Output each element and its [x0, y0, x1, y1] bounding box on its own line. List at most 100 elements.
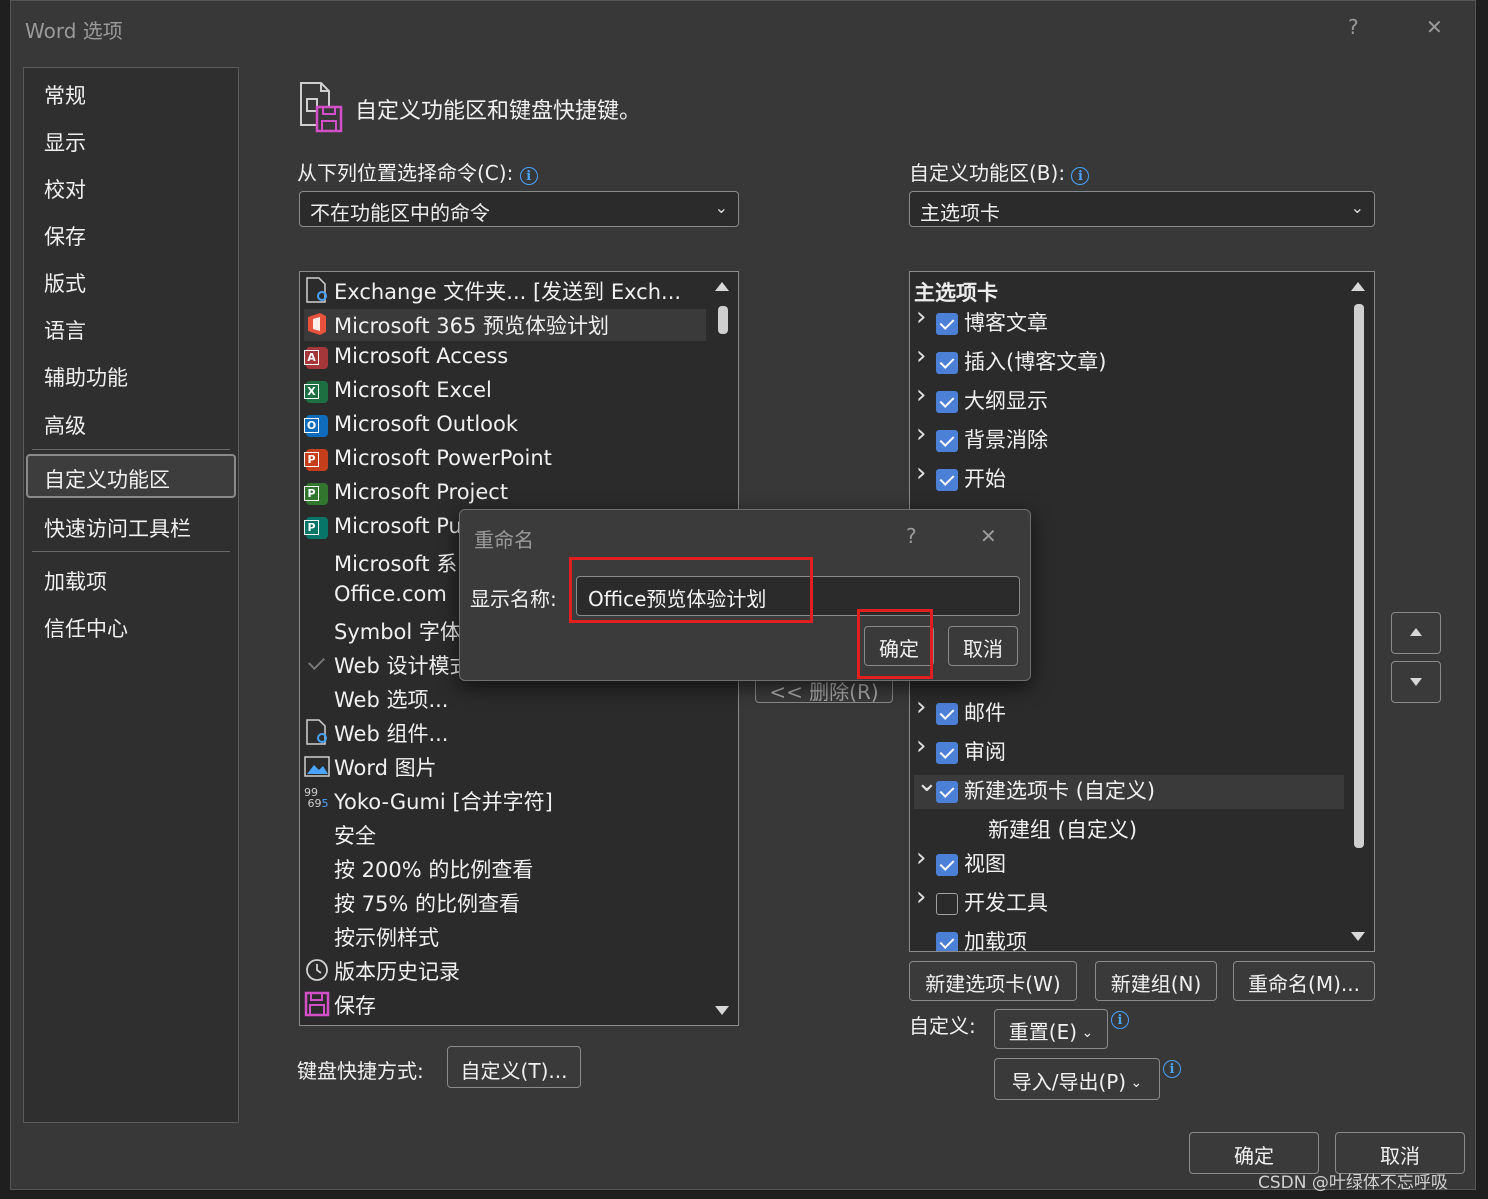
- command-item[interactable]: A Microsoft Access: [304, 341, 702, 375]
- close-button[interactable]: ✕: [1426, 15, 1443, 39]
- tree-item-label: 新建选项卡 (自定义): [964, 779, 1156, 803]
- tab-checkbox[interactable]: [936, 391, 958, 413]
- chevron-right-icon[interactable]: ›: [916, 458, 930, 488]
- command-item[interactable]: P Microsoft PowerPoint: [304, 443, 702, 477]
- yoko-gumi-icon: 99 695: [304, 786, 329, 810]
- tab-checkbox[interactable]: [936, 469, 958, 491]
- nav-item-customize-ribbon[interactable]: 自定义功能区: [44, 464, 170, 494]
- move-up-button[interactable]: [1391, 612, 1441, 654]
- ribbon-tabs-dropdown[interactable]: 主选项卡 ⌄: [909, 191, 1375, 227]
- rename-close-button[interactable]: ✕: [980, 524, 997, 548]
- customize-shortcuts-button[interactable]: 自定义(T)...: [447, 1046, 581, 1088]
- scroll-thumb[interactable]: [1354, 304, 1364, 848]
- office-icon: [304, 311, 330, 337]
- chevron-right-icon[interactable]: ›: [916, 380, 930, 410]
- tab-checkbox[interactable]: [936, 742, 958, 764]
- ribbon-tree-item[interactable]: › 开发工具: [914, 882, 1344, 920]
- nav-item-addins[interactable]: 加载项: [44, 566, 107, 596]
- command-item[interactable]: Exchange 文件夹... [发送到 Exch...: [304, 273, 702, 307]
- ribbon-tree-item[interactable]: › 大纲显示: [914, 380, 1344, 418]
- ribbon-tree-item[interactable]: › 开始: [914, 458, 1344, 496]
- nav-item-proofing[interactable]: 校对: [44, 174, 86, 204]
- nav-item-language[interactable]: 语言: [44, 315, 86, 345]
- new-tab-button[interactable]: 新建选项卡(W): [909, 961, 1077, 1001]
- choose-commands-dropdown[interactable]: 不在功能区中的命令 ⌄: [299, 191, 739, 227]
- ribbon-tree-item[interactable]: ⌄ 新建选项卡 (自定义): [914, 768, 1344, 808]
- scroll-down-icon[interactable]: [1351, 932, 1365, 941]
- scroll-thumb[interactable]: [718, 306, 728, 334]
- command-item[interactable]: O Microsoft Outlook: [304, 409, 702, 443]
- tab-checkbox[interactable]: [936, 352, 958, 374]
- tab-checkbox[interactable]: [936, 703, 958, 725]
- nav-item-general[interactable]: 常规: [44, 80, 86, 110]
- command-item[interactable]: Web 组件...: [304, 715, 702, 749]
- tree-item-label: 审阅: [964, 740, 1006, 764]
- nav-item-advanced[interactable]: 高级: [44, 410, 86, 440]
- ribbon-tree-item[interactable]: › 邮件: [914, 692, 1344, 730]
- command-item[interactable]: Microsoft 365 预览体验计划: [304, 307, 702, 341]
- nav-item-accessibility[interactable]: 辅助功能: [44, 362, 128, 392]
- command-item[interactable]: 99 695 Yoko-Gumi [合并字符]: [304, 783, 702, 817]
- chevron-right-icon[interactable]: ›: [916, 843, 930, 873]
- chevron-right-icon[interactable]: ›: [916, 692, 930, 722]
- info-icon[interactable]: i: [1111, 1011, 1129, 1029]
- publisher-icon: P: [304, 515, 330, 541]
- chevron-right-icon[interactable]: ›: [916, 731, 930, 761]
- reset-dropdown[interactable]: 重置(E) ⌄: [994, 1009, 1108, 1049]
- command-label: 版本历史记录: [334, 960, 460, 984]
- command-item[interactable]: X Microsoft Excel: [304, 375, 702, 409]
- chevron-right-icon[interactable]: ›: [916, 419, 930, 449]
- choose-commands-label: 从下列位置选择命令(C): i: [297, 157, 538, 186]
- command-item[interactable]: 按 75% 的比例查看: [304, 885, 702, 919]
- rename-cancel-button[interactable]: 取消: [948, 626, 1018, 666]
- nav-item-display[interactable]: 显示: [44, 127, 86, 157]
- ribbon-tree-item[interactable]: › 插入(博客文章): [914, 341, 1344, 379]
- ribbon-tree-item[interactable]: › 视图: [914, 843, 1344, 881]
- ribbon-tree-item[interactable]: › 背景消除: [914, 419, 1344, 457]
- info-icon[interactable]: i: [519, 167, 538, 185]
- command-item[interactable]: 保存: [304, 987, 702, 1021]
- ribbon-tree-item[interactable]: › 审阅: [914, 731, 1344, 769]
- tab-checkbox[interactable]: [936, 854, 958, 876]
- new-group-button[interactable]: 新建组(N): [1095, 961, 1217, 1001]
- move-down-button[interactable]: [1391, 661, 1441, 703]
- tab-checkbox[interactable]: [936, 781, 958, 803]
- command-item[interactable]: 版本历史记录: [304, 953, 702, 987]
- info-icon[interactable]: i: [1071, 167, 1090, 185]
- command-item[interactable]: Word 图片: [304, 749, 702, 783]
- command-item[interactable]: P Microsoft Project: [304, 477, 702, 511]
- scroll-up-icon[interactable]: [1351, 282, 1365, 291]
- tab-checkbox[interactable]: [936, 893, 958, 915]
- command-label: Microsoft 365 预览体验计划: [334, 314, 609, 338]
- chevron-right-icon[interactable]: ›: [916, 882, 930, 912]
- command-item[interactable]: Web 选项...: [304, 681, 702, 715]
- command-label: Microsoft Project: [334, 480, 509, 504]
- chevron-down-icon[interactable]: ⌄: [916, 768, 938, 798]
- command-label: Word 图片: [334, 756, 437, 780]
- chevron-right-icon[interactable]: ›: [916, 302, 930, 332]
- nav-item-trust-center[interactable]: 信任中心: [44, 613, 128, 643]
- ribbon-tree-item[interactable]: › 博客文章: [914, 302, 1344, 340]
- help-button[interactable]: ?: [1348, 15, 1359, 39]
- command-label: Microsoft PowerPoint: [334, 446, 552, 470]
- command-item[interactable]: 安全: [304, 817, 702, 851]
- tab-checkbox[interactable]: [936, 932, 958, 951]
- info-icon[interactable]: i: [1163, 1060, 1181, 1078]
- command-label: Microsoft Excel: [334, 378, 492, 402]
- import-export-dropdown[interactable]: 导入/导出(P) ⌄: [994, 1058, 1160, 1100]
- ribbon-tree-item[interactable]: 加载项: [914, 923, 1344, 951]
- scroll-down-icon[interactable]: [715, 1006, 729, 1015]
- rename-help-button[interactable]: ?: [906, 524, 917, 548]
- tab-checkbox[interactable]: [936, 430, 958, 452]
- command-item[interactable]: 按示例样式: [304, 919, 702, 953]
- rename-button[interactable]: 重命名(M)...: [1233, 961, 1375, 1001]
- ribbon-tree-item[interactable]: 新建组 (自定义): [914, 811, 1344, 847]
- chevron-right-icon[interactable]: ›: [916, 341, 930, 371]
- nav-item-layout[interactable]: 版式: [44, 268, 86, 298]
- tree-scrollbar[interactable]: [1344, 274, 1372, 949]
- scroll-up-icon[interactable]: [715, 282, 729, 291]
- nav-item-quick-access[interactable]: 快速访问工具栏: [44, 513, 191, 543]
- command-item[interactable]: 按 200% 的比例查看: [304, 851, 702, 885]
- tab-checkbox[interactable]: [936, 313, 958, 335]
- nav-item-save[interactable]: 保存: [44, 221, 86, 251]
